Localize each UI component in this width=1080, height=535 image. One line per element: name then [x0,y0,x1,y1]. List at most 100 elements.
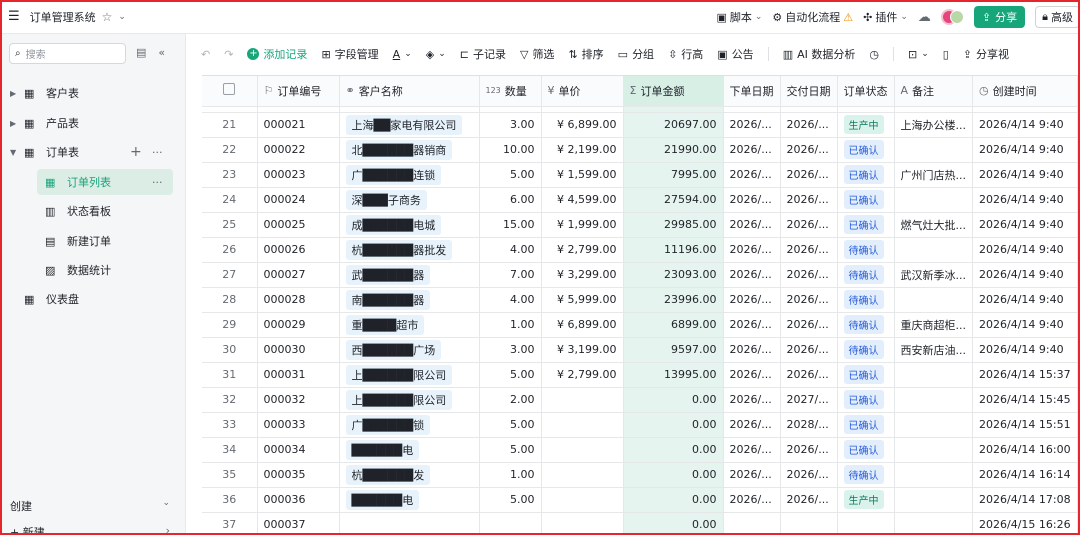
customer-cell[interactable]: 杭██████器批发 [339,237,480,263]
created-time-cell[interactable]: 2026/4/14 9:40 [972,212,1078,238]
created-time-cell[interactable]: 2026/4/14 9:40 [972,162,1078,188]
table-row[interactable]: 23 000023 广██████连锁 5.00 ¥ 1,599.00 7995.00 20… [202,162,1078,188]
order-amount-cell[interactable]: 21990.00 [623,137,724,163]
share-button[interactable]: ⇪ 分享 [973,6,1026,28]
column-header[interactable]: ⚭ 客户名称 [339,76,480,107]
status-cell[interactable]: 已确认 [837,387,895,413]
order-id-cell[interactable]: 000031 [257,362,340,388]
fill-color-button[interactable]: ◈ ⌄ [426,48,446,61]
order-id-cell[interactable]: 000022 [257,137,340,163]
customer-link-tag[interactable]: 西██████广场 [345,339,442,360]
unit-price-cell[interactable]: ¥ 2,799.00 [541,362,624,388]
note-cell[interactable]: 重庆商超柜... [894,312,973,338]
row-number-cell[interactable]: 33 [202,412,258,438]
announce-button[interactable]: ▣ 公告 [717,46,753,62]
sidebar-item-products[interactable]: ▶ ▦ 产品表 [0,110,186,136]
unit-price-cell[interactable] [541,512,624,535]
customer-cell[interactable]: 上██████限公司 [339,362,480,388]
layout-icon[interactable]: ▤ [136,46,146,59]
created-time-cell[interactable]: 2026/4/14 9:40 [972,112,1078,138]
order-amount-cell[interactable]: 7995.00 [623,162,724,188]
sort-button[interactable]: ⇅ 排序 [568,46,603,62]
row-number-cell[interactable]: 35 [202,462,258,488]
undo-icon[interactable]: ↶ [201,48,210,61]
unit-price-cell[interactable]: ¥ 5,999.00 [541,287,624,313]
note-cell[interactable]: 上海办公楼... [894,112,973,138]
customer-link-tag[interactable]: 上██████限公司 [345,389,453,410]
order-id-cell[interactable]: 000025 [257,212,340,238]
table-row[interactable]: 27 000027 武██████器 7.00 ¥ 3,299.00 23093.00 20… [202,262,1078,288]
order-date-cell[interactable]: 2026/... [723,362,781,388]
customer-cell[interactable]: ██████电 [339,437,480,463]
order-id-cell[interactable]: 000030 [257,337,340,363]
order-amount-cell[interactable]: 0.00 [623,412,724,438]
unit-price-cell[interactable] [541,412,624,438]
order-id-cell[interactable]: 000026 [257,237,340,263]
table-row[interactable]: 34 000034 ██████电 5.00 0.00 2026/... 2026/... 已… [202,437,1078,463]
status-cell[interactable]: 已确认 [837,187,895,213]
new-item[interactable]: + 新建 › [10,524,170,535]
created-time-cell[interactable]: 2026/4/14 16:00 [972,437,1078,463]
row-number-cell[interactable]: 23 [202,162,258,188]
note-cell[interactable] [894,287,973,313]
quantity-cell[interactable]: 4.00 [479,287,542,313]
text-color-button[interactable]: A ⌄ [393,48,412,61]
unit-price-cell[interactable]: ¥ 3,299.00 [541,262,624,288]
select-all-checkbox[interactable] [223,83,236,96]
order-date-cell[interactable] [723,512,781,535]
created-time-cell[interactable]: 2026/4/14 9:40 [972,237,1078,263]
order-date-cell[interactable]: 2026/... [723,262,781,288]
sidebar-item-dashboard[interactable]: ▦ 仪表盘 [0,286,186,312]
order-id-cell[interactable]: 000032 [257,387,340,413]
unit-price-cell[interactable]: ¥ 6,899.00 [541,312,624,338]
history-icon[interactable]: ◷ [869,48,879,61]
column-header[interactable]: 下单日期 [723,76,781,107]
delivery-date-cell[interactable]: 2026/... [780,462,838,488]
script-menu[interactable]: ▣ 脚本 ⌄ [716,9,762,25]
created-time-cell[interactable]: 2026/4/14 15:51 [972,412,1078,438]
column-header[interactable]: A 备注 [894,76,973,107]
order-amount-cell[interactable]: 0.00 [623,437,724,463]
quantity-cell[interactable]: 7.00 [479,262,542,288]
order-id-cell[interactable]: 000021 [257,112,340,138]
customer-cell[interactable]: 重████超市 [339,312,480,338]
select-all-cell[interactable] [202,76,258,107]
created-time-cell[interactable]: 2026/4/14 9:40 [972,187,1078,213]
collapse-sidebar-icon[interactable]: « [158,46,165,59]
delivery-date-cell[interactable]: 2026/... [780,362,838,388]
ai-analysis-button[interactable]: ▥ AI 数据分析 [783,46,856,62]
created-time-cell[interactable]: 2026/4/14 9:40 [972,262,1078,288]
table-row[interactable]: 31 000031 上██████限公司 5.00 ¥ 2,799.00 13995.00… [202,362,1078,388]
customer-cell[interactable]: 上海██家电有限公司 [339,112,480,138]
row-number-cell[interactable]: 28 [202,287,258,313]
status-cell[interactable]: 已确认 [837,212,895,238]
customer-link-tag[interactable]: 成██████电城 [345,214,442,235]
created-time-cell[interactable]: 2026/4/14 9:40 [972,312,1078,338]
quantity-cell[interactable]: 5.00 [479,487,542,513]
quantity-cell[interactable]: 5.00 [479,162,542,188]
star-icon[interactable]: ☆ [102,10,113,24]
unit-price-cell[interactable] [541,462,624,488]
table-row[interactable]: 35 000035 杭██████发 1.00 0.00 2026/... 2026/...… [202,462,1078,488]
group-button[interactable]: ▭ 分组 [618,46,654,62]
order-date-cell[interactable]: 2026/... [723,187,781,213]
row-number-cell[interactable]: 26 [202,237,258,263]
filter-button[interactable]: ▽ 筛选 [520,46,554,62]
created-time-cell[interactable]: 2026/4/14 15:37 [972,362,1078,388]
note-cell[interactable] [894,412,973,438]
customer-link-tag[interactable]: 杭██████发 [345,464,431,485]
search-input[interactable]: ⌕ 搜索 [9,43,126,64]
delivery-date-cell[interactable] [780,512,838,535]
customer-link-tag[interactable]: 深███子商务 [345,189,427,210]
row-number-cell[interactable]: 34 [202,437,258,463]
order-id-cell[interactable]: 000029 [257,312,340,338]
customer-cell[interactable]: 武██████器 [339,262,480,288]
status-cell[interactable]: 已确认 [837,412,895,438]
note-cell[interactable]: 广州门店热... [894,162,973,188]
order-date-cell[interactable]: 2026/... [723,112,781,138]
sidebar-item-kanban[interactable]: ▥ 状态看板 [0,198,186,224]
note-cell[interactable] [894,187,973,213]
note-cell[interactable] [894,137,973,163]
plugin-menu[interactable]: ✣ 插件 ⌄ [863,9,908,25]
order-id-cell[interactable]: 000034 [257,437,340,463]
